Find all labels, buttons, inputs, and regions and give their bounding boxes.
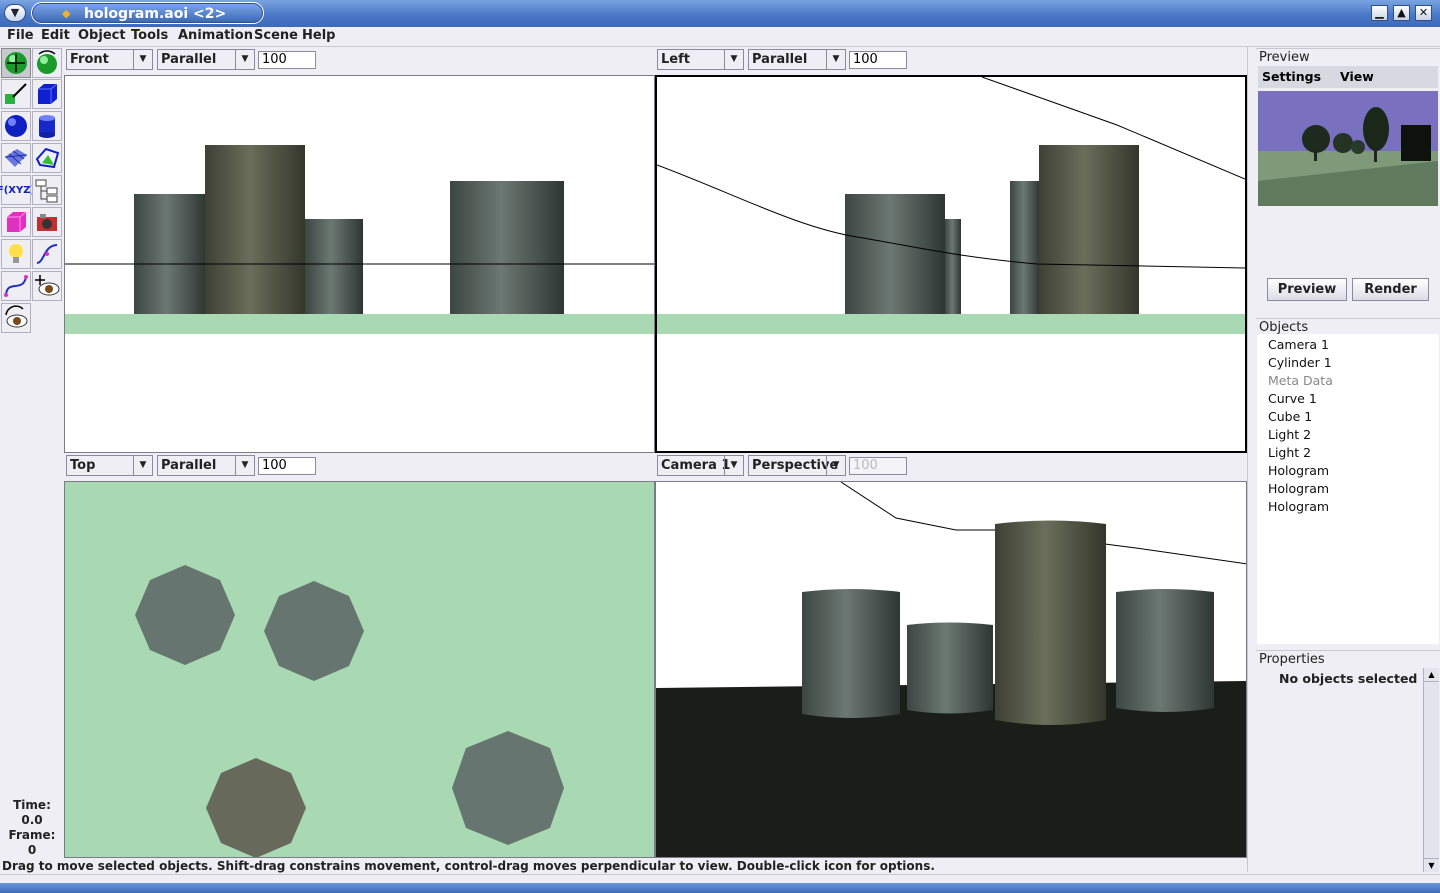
list-item[interactable]: Hologram xyxy=(1268,463,1329,478)
chevron-down-icon: ▼ xyxy=(235,456,254,475)
chevron-down-icon: ▼ xyxy=(235,50,254,69)
list-item[interactable]: Cylinder 1 xyxy=(1268,355,1332,370)
preview-header: Preview xyxy=(1256,48,1440,65)
view-direction-select[interactable]: Left ▼ xyxy=(657,49,744,70)
view-direction-select[interactable]: Front ▼ xyxy=(66,49,153,70)
right-panel: Preview Settings View Preview Render Obj… xyxy=(1256,47,1440,872)
list-item[interactable]: Cube 1 xyxy=(1268,409,1312,424)
projection-select[interactable]: Parallel ▼ xyxy=(748,49,846,70)
list-item[interactable]: Curve 1 xyxy=(1268,391,1317,406)
status-bar: Drag to move selected objects. Shift-dra… xyxy=(2,859,935,873)
curve-tool-icon[interactable] xyxy=(32,239,62,269)
preview-menu-view[interactable]: View xyxy=(1340,69,1374,84)
chevron-down-icon: ▼ xyxy=(826,50,845,69)
chevron-down-icon: ▼ xyxy=(724,50,743,69)
list-item[interactable]: Camera 1 xyxy=(1268,337,1329,352)
view-direction-select[interactable]: Camera 1 ▼ xyxy=(657,455,744,476)
menu-tools[interactable]: Tools xyxy=(131,28,168,43)
timeline-splitter[interactable] xyxy=(0,874,1440,893)
rotate-view-icon[interactable] xyxy=(1,303,31,333)
chevron-down-icon: ▼ xyxy=(826,456,845,475)
title-pill: ◆ hologram.aoi <2> xyxy=(31,2,264,24)
minimize-button[interactable]: ▁ xyxy=(1371,5,1388,21)
hierarchy-tool-icon[interactable] xyxy=(32,175,62,205)
vertical-splitter[interactable] xyxy=(1247,47,1255,872)
menu-animation[interactable]: Animation xyxy=(178,28,253,43)
list-item[interactable]: Meta Data xyxy=(1268,373,1333,388)
toolbox: F(XYZ) xyxy=(0,47,64,337)
scroll-up-icon[interactable]: ▲ xyxy=(1424,668,1439,682)
projection-select[interactable]: Parallel ▼ xyxy=(157,455,255,476)
camera-tool-icon[interactable] xyxy=(32,207,62,237)
scale-field[interactable]: 100 xyxy=(258,51,316,69)
scale-field[interactable]: 100 xyxy=(258,457,316,475)
frame-value: 0 xyxy=(27,843,37,857)
menubar: File Edit Object Tools Animation Scene H… xyxy=(0,27,1440,47)
left-scene xyxy=(657,77,1245,334)
spline-mesh-tool-icon[interactable] xyxy=(32,143,62,173)
time-readout: Time: 0.0 Frame: 0 xyxy=(0,798,64,858)
maximize-button[interactable]: ▲ xyxy=(1393,5,1410,21)
time-value: 0.0 xyxy=(21,813,43,827)
window-titlebar: ▼ ◆ hologram.aoi <2> ▁ ▲ ✕ xyxy=(0,0,1440,27)
list-item[interactable]: Hologram xyxy=(1268,481,1329,496)
viewport-camera[interactable] xyxy=(655,481,1247,858)
bezier-tool-icon[interactable] xyxy=(1,271,31,301)
viewport-top[interactable] xyxy=(64,481,655,858)
window-menu-button[interactable]: ▼ xyxy=(4,4,26,22)
window-title: hologram.aoi <2> xyxy=(84,6,227,22)
preview-menu-settings[interactable]: Settings xyxy=(1262,69,1321,84)
cube-tool-icon[interactable] xyxy=(32,79,62,109)
cylinder-tool-icon[interactable] xyxy=(32,111,62,141)
scroll-down-icon[interactable]: ▼ xyxy=(1424,858,1439,872)
properties-header: Properties xyxy=(1256,650,1440,667)
properties-scrollbar[interactable]: ▲ ▼ xyxy=(1423,668,1439,872)
preview-button[interactable]: Preview xyxy=(1267,278,1347,301)
front-scene xyxy=(65,145,654,334)
scale-field[interactable]: 100 xyxy=(849,51,907,69)
top-scene xyxy=(135,565,564,857)
preview-menubar: Settings View xyxy=(1258,66,1438,88)
chevron-down-icon: ▼ xyxy=(724,456,743,475)
menu-help[interactable]: Help xyxy=(302,28,335,43)
menu-file[interactable]: File xyxy=(7,28,34,43)
list-item[interactable]: Hologram xyxy=(1268,499,1329,514)
viewport-left[interactable] xyxy=(655,75,1247,453)
polymesh-tool-icon[interactable] xyxy=(1,143,31,173)
scale-tool-icon[interactable] xyxy=(1,79,31,109)
object-list[interactable]: Camera 1 Cylinder 1 Meta Data Curve 1 Cu… xyxy=(1257,334,1439,644)
viewport-front[interactable] xyxy=(64,75,655,453)
move-view-icon[interactable] xyxy=(32,271,62,301)
menu-object[interactable]: Object xyxy=(78,28,126,43)
projection-select[interactable]: Parallel ▼ xyxy=(157,49,255,70)
projection-select[interactable]: Perspective ▼ xyxy=(748,455,846,476)
view-direction-select[interactable]: Top ▼ xyxy=(66,455,153,476)
menu-scene[interactable]: Scene xyxy=(254,28,298,43)
app-icon: ◆ xyxy=(62,7,71,20)
menu-edit[interactable]: Edit xyxy=(41,28,70,43)
list-item[interactable]: Light 2 xyxy=(1268,445,1311,460)
properties-empty-text: No objects selected xyxy=(1279,671,1418,686)
reference-object-icon[interactable] xyxy=(1,207,31,237)
camera-scene xyxy=(656,482,1246,857)
rotate-tool-icon[interactable] xyxy=(32,48,62,78)
properties-panel: No objects selected xyxy=(1257,668,1423,872)
move-tool-icon[interactable] xyxy=(1,48,31,78)
frame-label: Frame: xyxy=(8,828,56,842)
light-tool-icon[interactable] xyxy=(1,239,31,269)
close-button[interactable]: ✕ xyxy=(1415,5,1432,21)
chevron-down-icon: ▼ xyxy=(133,456,152,475)
render-button[interactable]: Render xyxy=(1352,278,1429,301)
scale-field: 100 xyxy=(849,457,907,475)
sphere-tool-icon[interactable] xyxy=(1,111,31,141)
fxyz-tool-icon[interactable]: F(XYZ) xyxy=(0,175,35,205)
list-item[interactable]: Light 2 xyxy=(1268,427,1311,442)
chevron-down-icon: ▼ xyxy=(133,50,152,69)
objects-header: Objects xyxy=(1256,318,1440,335)
time-label: Time: xyxy=(13,798,51,812)
preview-image xyxy=(1258,91,1438,206)
